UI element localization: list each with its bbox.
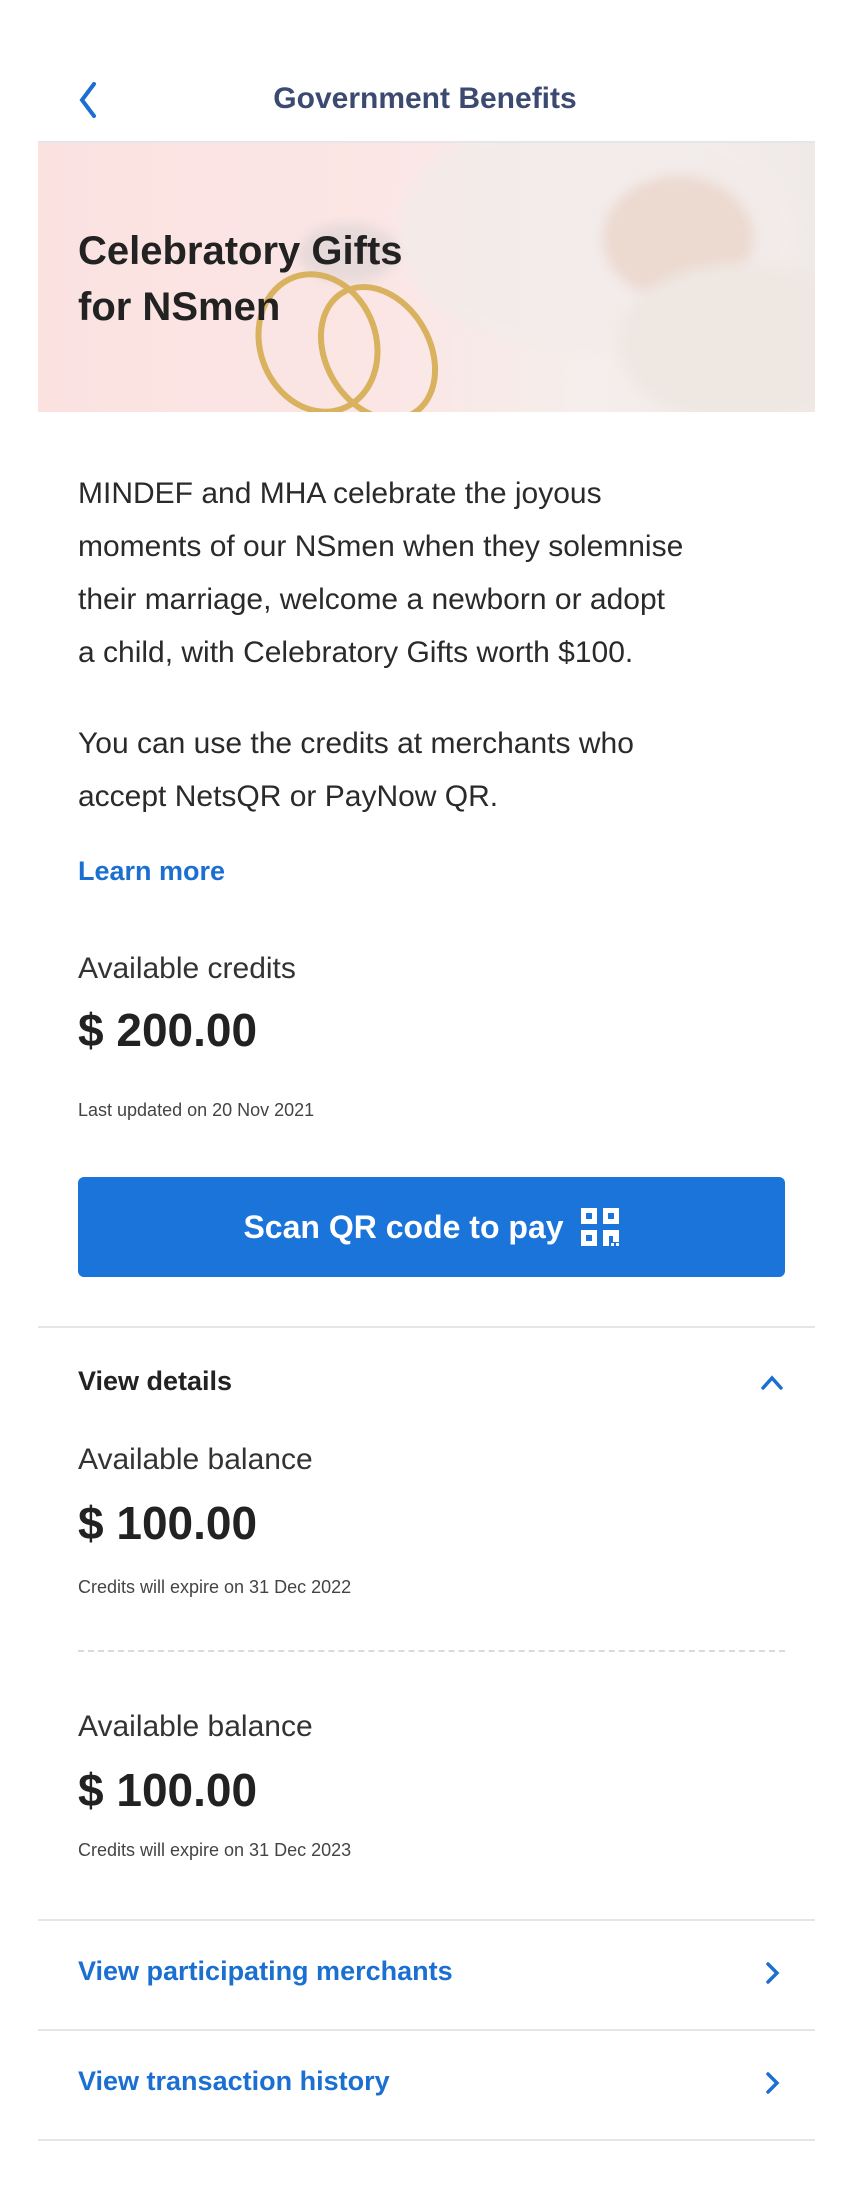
qr-code-icon <box>580 1208 619 1246</box>
section-divider <box>38 1326 815 1328</box>
chevron-up-icon[interactable] <box>759 1370 785 1396</box>
scan-qr-label: Scan QR code to pay <box>243 1208 564 1245</box>
learn-more-link[interactable]: Learn more <box>78 856 225 887</box>
balance-amount: $ 100.00 <box>78 1764 258 1816</box>
dashed-divider <box>78 1650 785 1652</box>
balance-amount: $ 100.00 <box>78 1497 258 1549</box>
balance-expiry: Credits will expire on 31 Dec 2023 <box>78 1840 352 1860</box>
section-divider <box>38 2139 815 2141</box>
description-paragraph-1: MINDEF and MHA celebrate the joyous mome… <box>78 467 798 679</box>
banner-title-line2: for NSmen <box>78 285 281 329</box>
page-title: Government Benefits <box>273 82 577 115</box>
view-participating-merchants-link[interactable]: View participating merchants <box>78 1956 785 1992</box>
section-divider <box>38 2029 815 2031</box>
text-line: MINDEF and MHA celebrate the joyous <box>78 477 602 510</box>
last-updated-text: Last updated on 20 Nov 2021 <box>78 1100 315 1120</box>
text-line: a child, with Celebratory Gifts worth $1… <box>78 636 634 669</box>
available-credits-label: Available credits <box>78 952 296 985</box>
banner-title-line1: Celebratory Gifts <box>78 229 403 273</box>
balance-label: Available balance <box>78 1443 313 1476</box>
scan-qr-button[interactable]: Scan QR code to pay <box>78 1177 785 1277</box>
view-transaction-history-link[interactable]: View transaction history <box>78 2066 785 2102</box>
section-divider <box>38 1919 815 1921</box>
text-line: accept NetsQR or PayNow QR. <box>78 780 499 813</box>
balance-label: Available balance <box>78 1710 313 1743</box>
view-details-label: View details <box>78 1366 233 1396</box>
text-line: moments of our NSmen when they solemnise <box>78 530 684 563</box>
hero-banner: Celebratory Gifts for NSmen <box>38 143 815 412</box>
chevron-right-icon <box>766 2072 780 2094</box>
link-label: View transaction history <box>78 2066 390 2096</box>
link-label: View participating merchants <box>78 1956 453 1986</box>
available-credits-amount: $ 200.00 <box>78 1004 258 1056</box>
chevron-right-icon <box>766 1962 780 1984</box>
balance-expiry: Credits will expire on 31 Dec 2022 <box>78 1577 352 1597</box>
description-paragraph-2: You can use the credits at merchants who… <box>78 717 798 823</box>
banner-title: Celebratory Gifts for NSmen <box>78 223 403 335</box>
text-line: their marriage, welcome a newborn or ado… <box>78 583 665 616</box>
view-details-toggle[interactable]: View details <box>78 1366 785 1400</box>
text-line: You can use the credits at merchants who <box>78 727 634 760</box>
